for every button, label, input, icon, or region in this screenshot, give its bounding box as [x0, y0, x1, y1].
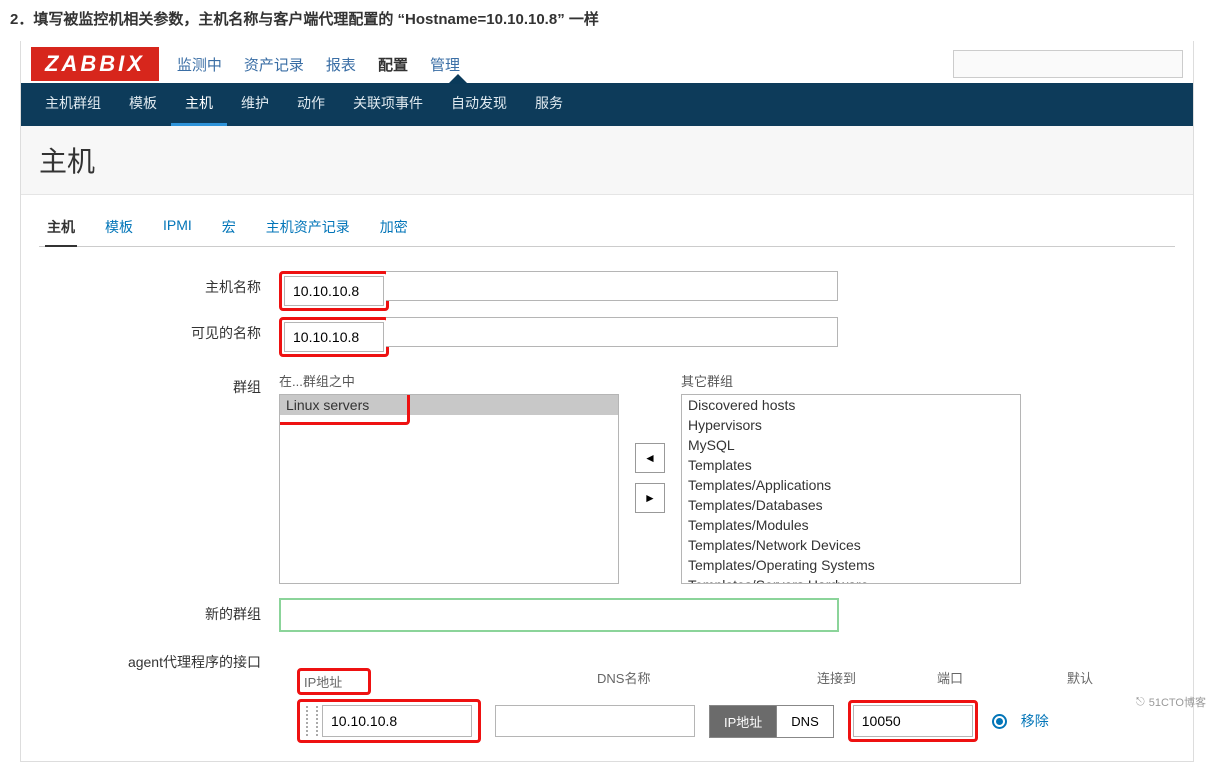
content-area: 主机 模板 IPMI 宏 主机资产记录 加密 主机名称 可见的名称	[21, 195, 1193, 761]
topnav-reports[interactable]: 报表	[326, 48, 356, 81]
list-item[interactable]: Discovered hosts	[682, 395, 1020, 415]
subnav-hosts[interactable]: 主机	[171, 83, 227, 126]
move-left-button[interactable]: ◄	[635, 443, 665, 473]
list-item[interactable]: Templates/Applications	[682, 475, 1020, 495]
top-bar: ZABBIX 监测中 资产记录 报表 配置 管理	[21, 41, 1193, 83]
dns-name-input[interactable]	[495, 705, 695, 737]
dns-header-label: DNS名称	[597, 668, 817, 695]
hostname-input[interactable]	[284, 276, 384, 306]
tab-host[interactable]: 主机	[45, 209, 77, 247]
port-highlight	[848, 700, 978, 742]
triangle-right-icon: ►	[644, 491, 656, 505]
visible-name-highlight	[279, 317, 389, 357]
in-groups-listbox[interactable]: Linux servers	[279, 394, 619, 584]
tab-templates[interactable]: 模板	[103, 209, 135, 246]
watermark-text: 51CTO博客	[1149, 694, 1206, 710]
subnav-hostgroups[interactable]: 主机群组	[31, 83, 115, 126]
remove-interface-link[interactable]: 移除	[1021, 711, 1049, 731]
in-groups-item-linuxservers[interactable]: Linux servers	[280, 395, 618, 415]
sub-nav: 主机群组 模板 主机 维护 动作 关联项事件 自动发现 服务	[21, 83, 1193, 126]
default-header-label: 默认	[1067, 668, 1127, 695]
hostname-label: 主机名称	[39, 271, 279, 297]
connect-dns-button[interactable]: DNS	[777, 706, 832, 737]
global-search-input[interactable]	[953, 50, 1183, 78]
top-nav: 监测中 资产记录 报表 配置 管理	[177, 48, 460, 81]
other-groups-listbox[interactable]: Discovered hosts Hypervisors MySQL Templ…	[681, 394, 1021, 584]
interface-headers: IP地址 DNS名称 连接到 端口 默认	[297, 668, 1175, 695]
host-tabs: 主机 模板 IPMI 宏 主机资产记录 加密	[39, 209, 1175, 247]
ip-highlight	[297, 699, 481, 743]
visible-name-input[interactable]	[284, 322, 384, 352]
topnav-inventory[interactable]: 资产记录	[244, 48, 304, 81]
tab-ipmi[interactable]: IPMI	[161, 209, 194, 246]
group-move-buttons: ◄ ►	[635, 443, 665, 513]
list-item[interactable]: Templates	[682, 455, 1020, 475]
subnav-discovery[interactable]: 自动发现	[437, 83, 521, 126]
instruction-text: 2．填写被监控机相关参数，主机名称与客户端代理配置的 “Hostname=10.…	[0, 0, 1214, 41]
subnav-templates[interactable]: 模板	[115, 83, 171, 126]
connect-to-segmented: IP地址 DNS	[709, 705, 834, 738]
watermark: ⎋ 51CTO博客	[1136, 694, 1206, 710]
tab-macros[interactable]: 宏	[220, 209, 238, 246]
list-item[interactable]: MySQL	[682, 435, 1020, 455]
hostname-input-ext[interactable]	[386, 271, 838, 301]
list-item[interactable]: Templates/Network Devices	[682, 535, 1020, 555]
triangle-left-icon: ◄	[644, 451, 656, 465]
subnav-correlation[interactable]: 关联项事件	[339, 83, 437, 126]
subnav-services[interactable]: 服务	[521, 83, 577, 126]
agent-interface-label: agent代理程序的接口	[39, 646, 279, 672]
drag-handle-icon[interactable]	[306, 706, 318, 736]
other-groups-column: 其它群组 Discovered hosts Hypervisors MySQL …	[681, 371, 1021, 584]
subnav-maintenance[interactable]: 维护	[227, 83, 283, 126]
connect-ip-button[interactable]: IP地址	[710, 706, 777, 737]
connect-header-label: 连接到	[817, 668, 937, 695]
subnav-actions[interactable]: 动作	[283, 83, 339, 126]
zabbix-app: ZABBIX 监测中 资产记录 报表 配置 管理 主机群组 模板 主机 维护 动…	[20, 41, 1194, 762]
list-item[interactable]: Hypervisors	[682, 415, 1020, 435]
topnav-configuration[interactable]: 配置	[378, 48, 408, 81]
ip-header-highlight: IP地址	[297, 668, 371, 695]
page-title: 主机	[21, 126, 1193, 195]
ip-address-input[interactable]	[322, 705, 472, 737]
other-groups-title: 其它群组	[681, 371, 1021, 390]
in-groups-column: 在...群组之中 Linux servers	[279, 371, 619, 584]
zabbix-logo: ZABBIX	[31, 47, 159, 81]
port-header-label: 端口	[937, 668, 1067, 695]
groups-label: 群组	[39, 371, 279, 397]
visible-name-input-ext[interactable]	[386, 317, 838, 347]
list-item[interactable]: Templates/Databases	[682, 495, 1020, 515]
port-input[interactable]	[853, 705, 973, 737]
list-item[interactable]: Templates/Operating Systems	[682, 555, 1020, 575]
new-group-label: 新的群组	[39, 598, 279, 624]
agent-interface-row: IP地址 DNS 移除	[297, 699, 1175, 743]
topnav-monitoring[interactable]: 监测中	[177, 48, 222, 81]
in-groups-title: 在...群组之中	[279, 371, 619, 390]
list-item[interactable]: Templates/Modules	[682, 515, 1020, 535]
new-group-input[interactable]	[279, 598, 839, 632]
list-item[interactable]: Templates/Servers Hardware	[682, 575, 1020, 584]
move-right-button[interactable]: ►	[635, 483, 665, 513]
hostname-highlight	[279, 271, 389, 311]
ip-header-label: IP地址	[304, 675, 342, 690]
tab-encryption[interactable]: 加密	[378, 209, 410, 246]
tab-host-inventory[interactable]: 主机资产记录	[264, 209, 352, 246]
visible-name-label: 可见的名称	[39, 317, 279, 343]
host-form: 主机名称 可见的名称 群组 在.	[39, 247, 1175, 743]
globe-icon: ⎋	[1136, 696, 1145, 709]
